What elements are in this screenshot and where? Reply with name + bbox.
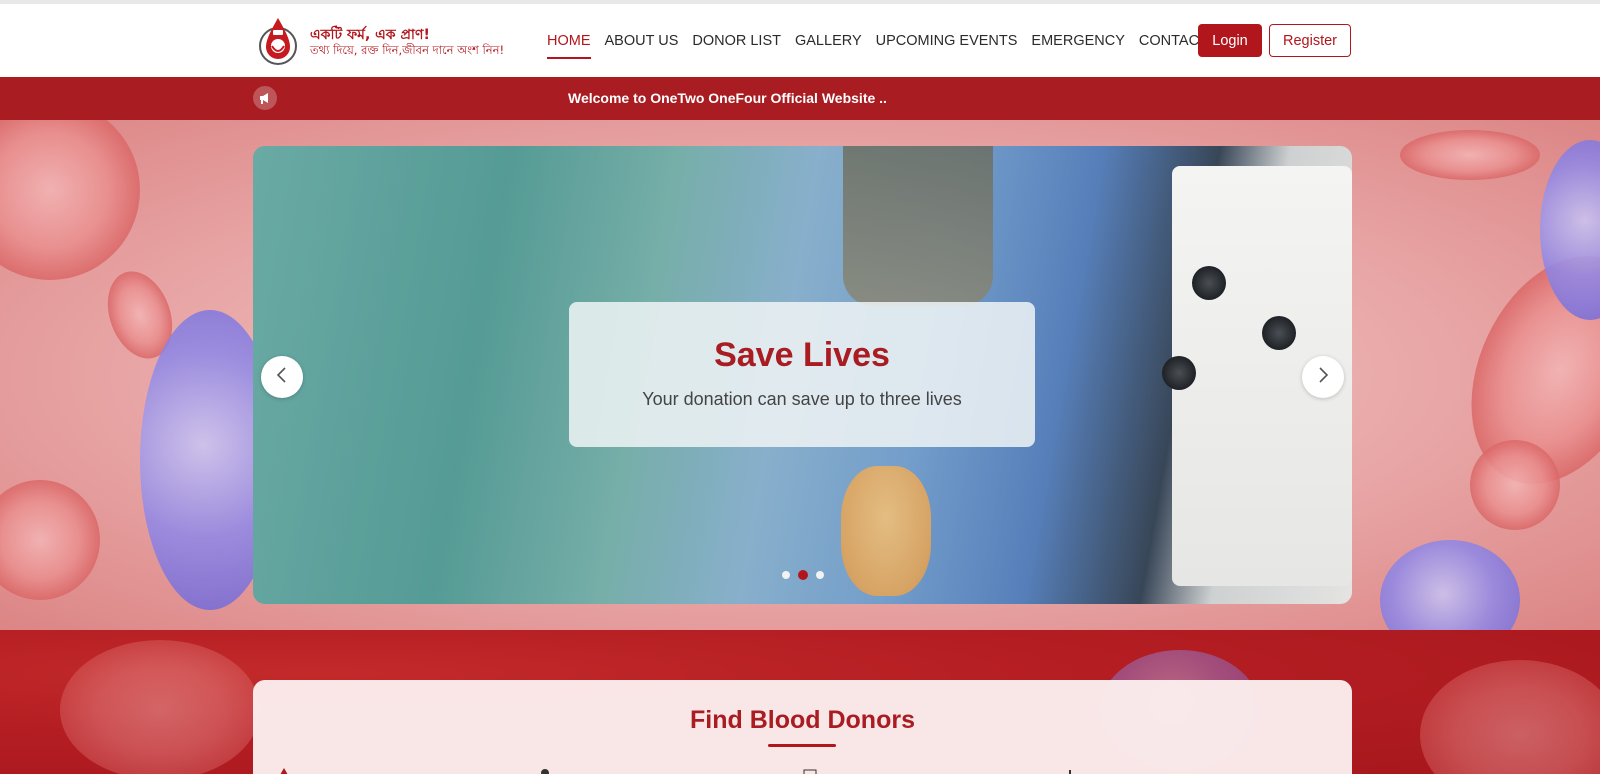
- carousel-dot[interactable]: [815, 571, 824, 579]
- carousel-prev-button[interactable]: [261, 356, 303, 398]
- register-button[interactable]: Register: [1269, 24, 1351, 57]
- carousel-dot-active[interactable]: [797, 570, 808, 580]
- location-field-icon: [540, 768, 550, 774]
- nav-donor-list[interactable]: DONOR LIST: [685, 4, 788, 77]
- map-field-icon: [803, 768, 817, 774]
- carousel-indicators: [253, 570, 1352, 580]
- chevron-right-icon: [1316, 366, 1330, 389]
- megaphone-icon: [253, 86, 277, 110]
- site-header: একটি ফর্ম, এক প্রাণ! তথ্য দিয়ে, রক্ত দি…: [0, 4, 1600, 77]
- find-donors-title: Find Blood Donors: [690, 706, 915, 734]
- find-donors-section: Find Blood Donors: [0, 630, 1600, 774]
- brand-tagline: তথ্য দিয়ে, রক্ত দিন,জীবন দানে অংশ নিন!: [310, 43, 505, 57]
- carousel-dot[interactable]: [781, 571, 790, 579]
- find-donors-card: Find Blood Donors: [253, 680, 1352, 774]
- site-logo[interactable]: [258, 16, 298, 66]
- slide-caption-subtitle: Your donation can save up to three lives: [642, 389, 962, 409]
- nav-home[interactable]: HOME: [540, 4, 598, 77]
- announcement-bar: Welcome to OneTwo OneFour Official Websi…: [0, 77, 1600, 120]
- title-underline: [768, 744, 836, 747]
- hero-carousel[interactable]: Save Lives Your donation can save up to …: [253, 146, 1352, 604]
- slide-caption-title: Save Lives: [714, 336, 890, 374]
- chevron-left-icon: [275, 366, 289, 389]
- nav-upcoming-events[interactable]: UPCOMING EVENTS: [869, 4, 1025, 77]
- nav-about-us[interactable]: ABOUT US: [598, 4, 686, 77]
- slide-caption: Save Lives Your donation can save up to …: [569, 302, 1035, 447]
- area-field-icon: [1065, 768, 1075, 774]
- carousel-next-button[interactable]: [1302, 356, 1344, 398]
- login-button[interactable]: Login: [1198, 24, 1262, 57]
- nav-emergency[interactable]: EMERGENCY: [1024, 4, 1131, 77]
- main-nav: HOME ABOUT US DONOR LIST GALLERY UPCOMIN…: [540, 4, 1215, 77]
- blood-group-field-icon: [279, 768, 289, 774]
- nav-gallery[interactable]: GALLERY: [788, 4, 869, 77]
- announcement-text: Welcome to OneTwo OneFour Official Websi…: [568, 90, 887, 106]
